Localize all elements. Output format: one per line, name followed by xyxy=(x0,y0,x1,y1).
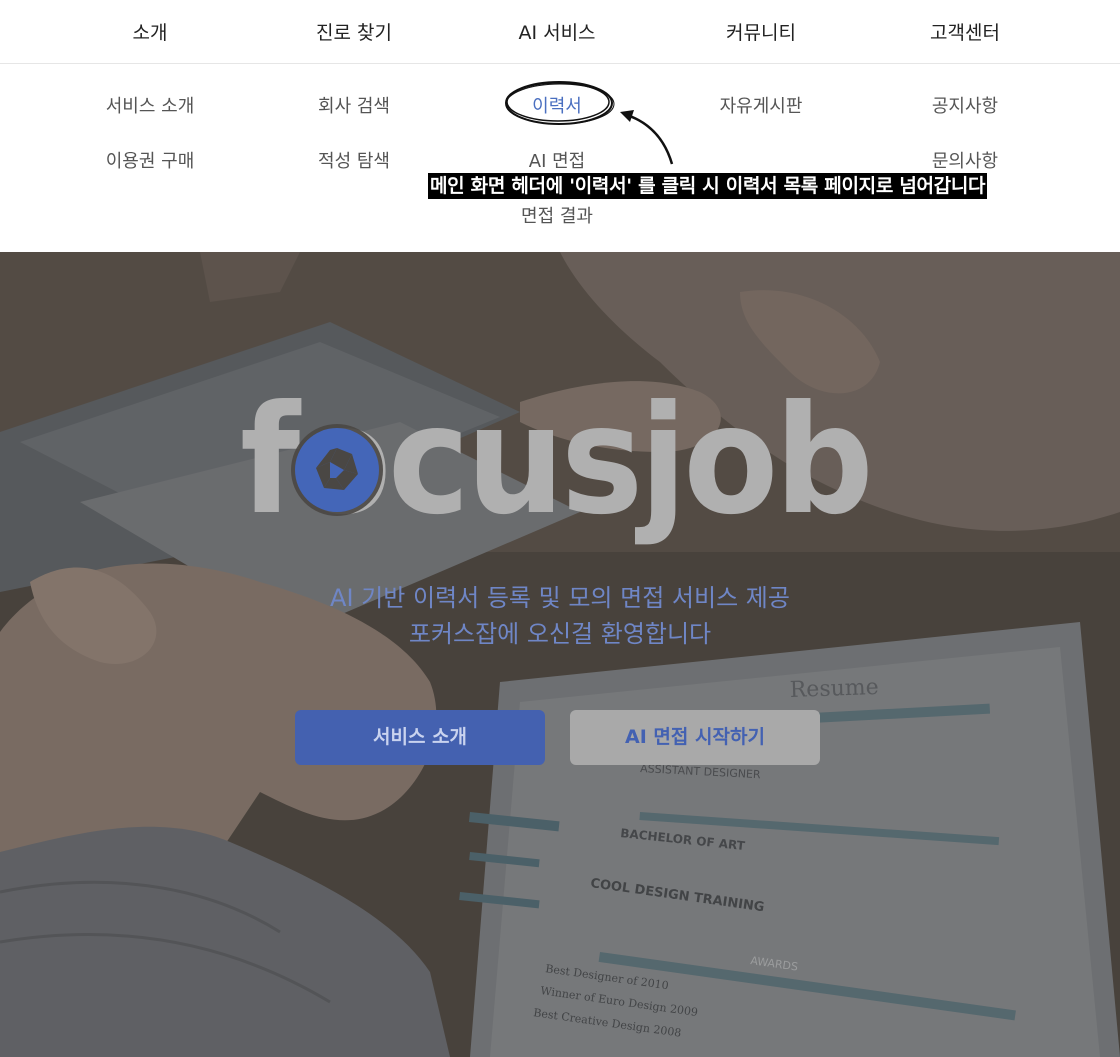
submenu-interview-result[interactable]: 면접 결과 xyxy=(477,202,637,228)
aperture-icon xyxy=(295,428,379,512)
submenu-company-search[interactable]: 회사 검색 xyxy=(274,92,434,118)
service-intro-button[interactable]: 서비스 소개 xyxy=(295,710,545,765)
dropdown-menu: 서비스 소개 이용권 구매 회사 검색 적성 탐색 이력서 AI 면접 면접 결… xyxy=(0,64,1120,251)
submenu-notice[interactable]: 공지사항 xyxy=(885,92,1045,118)
nav-item-community[interactable]: 커뮤니티 xyxy=(681,18,841,45)
submenu-resume[interactable]: 이력서 xyxy=(477,92,637,118)
submenu-buy-pass[interactable]: 이용권 구매 xyxy=(70,147,230,173)
nav-item-intro[interactable]: 소개 xyxy=(70,18,230,45)
submenu-free-board[interactable]: 자유게시판 xyxy=(681,92,841,118)
hero-section: Resume ASSISTANT DESIGNER BACHELOR OF AR… xyxy=(0,252,1120,1057)
start-ai-interview-button[interactable]: AI 면접 시작하기 xyxy=(570,710,820,765)
focusjob-logo: focusjob xyxy=(240,392,874,548)
hero-tagline-line2: 포커스잡에 오신걸 환영합니다 xyxy=(408,620,712,648)
nav-item-ai-service[interactable]: AI 서비스 xyxy=(477,18,637,45)
hero-tagline-line1: AI 기반 이력서 등록 및 모의 면접 서비스 제공 xyxy=(330,584,790,612)
submenu-service-intro[interactable]: 서비스 소개 xyxy=(70,92,230,118)
nav-item-support[interactable]: 고객센터 xyxy=(885,18,1045,45)
nav-item-career[interactable]: 진로 찾기 xyxy=(274,18,434,45)
submenu-ai-interview[interactable]: AI 면접 xyxy=(477,147,637,173)
annotation-note: 메인 화면 헤더에 '이력서' 를 클릭 시 이력서 목록 페이지로 넘어갑니다 xyxy=(428,173,988,199)
hero-overlay xyxy=(0,252,1120,1057)
submenu-aptitude[interactable]: 적성 탐색 xyxy=(274,147,434,173)
top-nav: 소개 진로 찾기 AI 서비스 커뮤니티 고객센터 xyxy=(0,0,1120,64)
submenu-inquiry[interactable]: 문의사항 xyxy=(885,147,1045,173)
